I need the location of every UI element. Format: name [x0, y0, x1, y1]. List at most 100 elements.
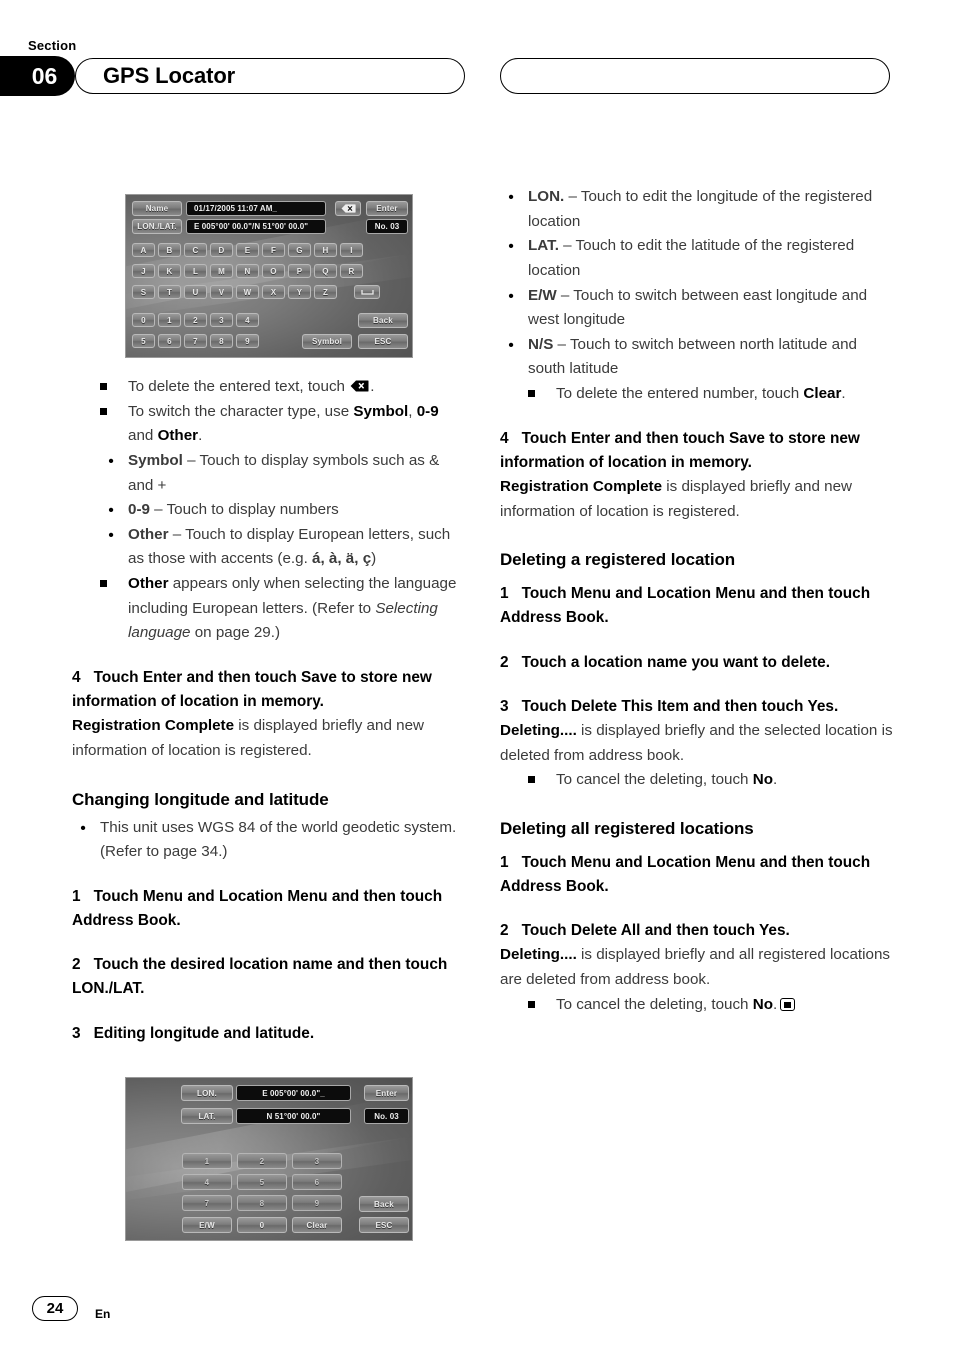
key-W[interactable]: W: [236, 285, 259, 299]
key-Q[interactable]: Q: [314, 264, 337, 278]
key-K[interactable]: K: [158, 264, 181, 278]
key-H[interactable]: H: [314, 243, 337, 257]
bullet-lat: • LAT. – Touch to edit the latitude of th…: [508, 237, 855, 279]
key-3[interactable]: 3: [292, 1153, 342, 1169]
step-4: 4 Touch Enter and then touch Save to stor…: [72, 668, 432, 711]
key-Z[interactable]: Z: [314, 285, 337, 299]
bullet-ew: • E/W – Touch to switch between east long…: [508, 286, 868, 329]
note-delete-text: To delete the entered text, touch .: [100, 375, 467, 400]
ew-key[interactable]: E/W: [182, 1217, 232, 1233]
key-5[interactable]: 5: [132, 334, 155, 348]
step-2: 2 Touch the desired location name and the…: [72, 956, 448, 998]
delete-step-3-body: Deleting.... is displayed briefly and th…: [500, 722, 893, 764]
key-F[interactable]: F: [262, 243, 285, 257]
lat-value-display: N 51°00' 00.0": [236, 1108, 351, 1124]
page-title-pill-right-empty: [500, 58, 890, 94]
key-1[interactable]: 1: [182, 1153, 232, 1169]
zero-key[interactable]: 0: [237, 1217, 287, 1233]
page-title-pill: GPS Locator: [75, 58, 465, 94]
bullet-ns: • N/S – Touch to switch between north lat…: [508, 335, 857, 378]
key-O[interactable]: O: [262, 264, 285, 278]
key-J[interactable]: J: [132, 264, 155, 278]
space-bar-icon[interactable]: [354, 285, 380, 299]
name-value-display: 01/17/2005 11:07 AM_: [186, 201, 326, 216]
key-8[interactable]: 8: [237, 1195, 287, 1211]
step-1: 1 Touch Menu and Location Menu and then t…: [72, 887, 443, 929]
note-other-language: Other appears only when selecting the la…: [100, 572, 467, 646]
back-key[interactable]: Back: [359, 1196, 409, 1212]
delete-step-3: 3 Touch Delete This Item and then touch Y…: [500, 697, 839, 715]
lat-label-key[interactable]: LAT.: [181, 1108, 233, 1124]
clear-key[interactable]: Clear: [292, 1217, 342, 1233]
step-4-body: Registration Complete is displayed brief…: [72, 717, 424, 759]
subhead-deleting-all-locations: Deleting all registered locations: [500, 818, 754, 838]
key-T[interactable]: T: [158, 285, 181, 299]
note-cancel-deleting-all: To cancel the deleting, touch No.: [528, 993, 895, 1018]
key-E[interactable]: E: [236, 243, 259, 257]
bullet-zero-nine: • 0-9 – Touch to display numbers: [108, 501, 339, 520]
key-U[interactable]: U: [184, 285, 207, 299]
backspace-icon[interactable]: [335, 201, 361, 216]
lon-value-display: E 005°00' 00.0"_: [236, 1085, 351, 1101]
key-2[interactable]: 2: [237, 1153, 287, 1169]
lonlat-label-key: LON./LAT.: [132, 219, 182, 234]
symbol-key[interactable]: Symbol: [302, 334, 352, 349]
key-4[interactable]: 4: [236, 313, 259, 327]
key-X[interactable]: X: [262, 285, 285, 299]
esc-key[interactable]: ESC: [358, 334, 408, 349]
key-9[interactable]: 9: [292, 1195, 342, 1211]
esc-key[interactable]: ESC: [359, 1217, 409, 1233]
subhead-changing-lon-lat: Changing longitude and latitude: [72, 789, 329, 809]
lon-label-key[interactable]: LON.: [181, 1085, 233, 1101]
key-5[interactable]: 5: [237, 1174, 287, 1190]
key-P[interactable]: P: [288, 264, 311, 278]
note-cancel-deleting: To cancel the deleting, touch No.: [528, 768, 895, 793]
key-I[interactable]: I: [340, 243, 363, 257]
subhead-deleting-registered-location: Deleting a registered location: [500, 550, 736, 570]
bullet-other: • Other – Touch to display European lette…: [108, 525, 451, 568]
delete-all-step-2: 2 Touch Delete All and then touch Yes.: [500, 922, 790, 940]
step-4: 4 Touch Enter and then touch Save to stor…: [500, 429, 860, 471]
key-Y[interactable]: Y: [288, 285, 311, 299]
key-N[interactable]: N: [236, 264, 259, 278]
key-R[interactable]: R: [340, 264, 363, 278]
key-2[interactable]: 2: [184, 313, 207, 327]
step-3: 3 Editing longitude and latitude.: [72, 1024, 315, 1042]
key-3[interactable]: 3: [210, 313, 233, 327]
key-D[interactable]: D: [210, 243, 233, 257]
delete-step-1: 1 Touch Menu and Location Menu and then t…: [500, 585, 871, 627]
key-4[interactable]: 4: [182, 1174, 232, 1190]
page-footer: 24 En: [0, 1282, 954, 1352]
key-8[interactable]: 8: [210, 334, 233, 348]
key-B[interactable]: B: [158, 243, 181, 257]
key-V[interactable]: V: [210, 285, 233, 299]
enter-key[interactable]: Enter: [364, 1085, 409, 1101]
page-title: GPS Locator: [103, 63, 236, 88]
name-label-key: Name: [132, 201, 182, 216]
key-6[interactable]: 6: [158, 334, 181, 348]
key-7[interactable]: 7: [184, 334, 207, 348]
key-0[interactable]: 0: [132, 313, 155, 327]
key-M[interactable]: M: [210, 264, 233, 278]
key-7[interactable]: 7: [182, 1195, 232, 1211]
backspace-icon: [350, 380, 369, 392]
page-number: 24: [32, 1296, 78, 1321]
delete-all-step-2-body: Deleting.... is displayed briefly and al…: [500, 946, 890, 989]
key-A[interactable]: A: [132, 243, 155, 257]
key-C[interactable]: C: [184, 243, 207, 257]
location-number-display: No. 03: [366, 219, 408, 234]
enter-key[interactable]: Enter: [366, 201, 408, 216]
delete-step-2: 2 Touch a location name you want to delet…: [500, 653, 830, 671]
key-6[interactable]: 6: [292, 1174, 342, 1190]
back-key[interactable]: Back: [358, 313, 408, 328]
lonlat-value-display: E 005°00' 00.0"/N 51°00' 00.0": [186, 219, 326, 234]
step-4-body: Registration Complete is displayed brief…: [500, 478, 852, 520]
location-number-display: No. 03: [364, 1108, 409, 1124]
note-switch-character-type: To switch the character type, use Symbol…: [100, 400, 467, 449]
key-G[interactable]: G: [288, 243, 311, 257]
key-9[interactable]: 9: [236, 334, 259, 348]
key-S[interactable]: S: [132, 285, 155, 299]
device-screenshot-lonlat-editor: LON. E 005°00' 00.0"_ Enter LAT. N 51°00…: [125, 1077, 413, 1241]
key-L[interactable]: L: [184, 264, 207, 278]
key-1[interactable]: 1: [158, 313, 181, 327]
